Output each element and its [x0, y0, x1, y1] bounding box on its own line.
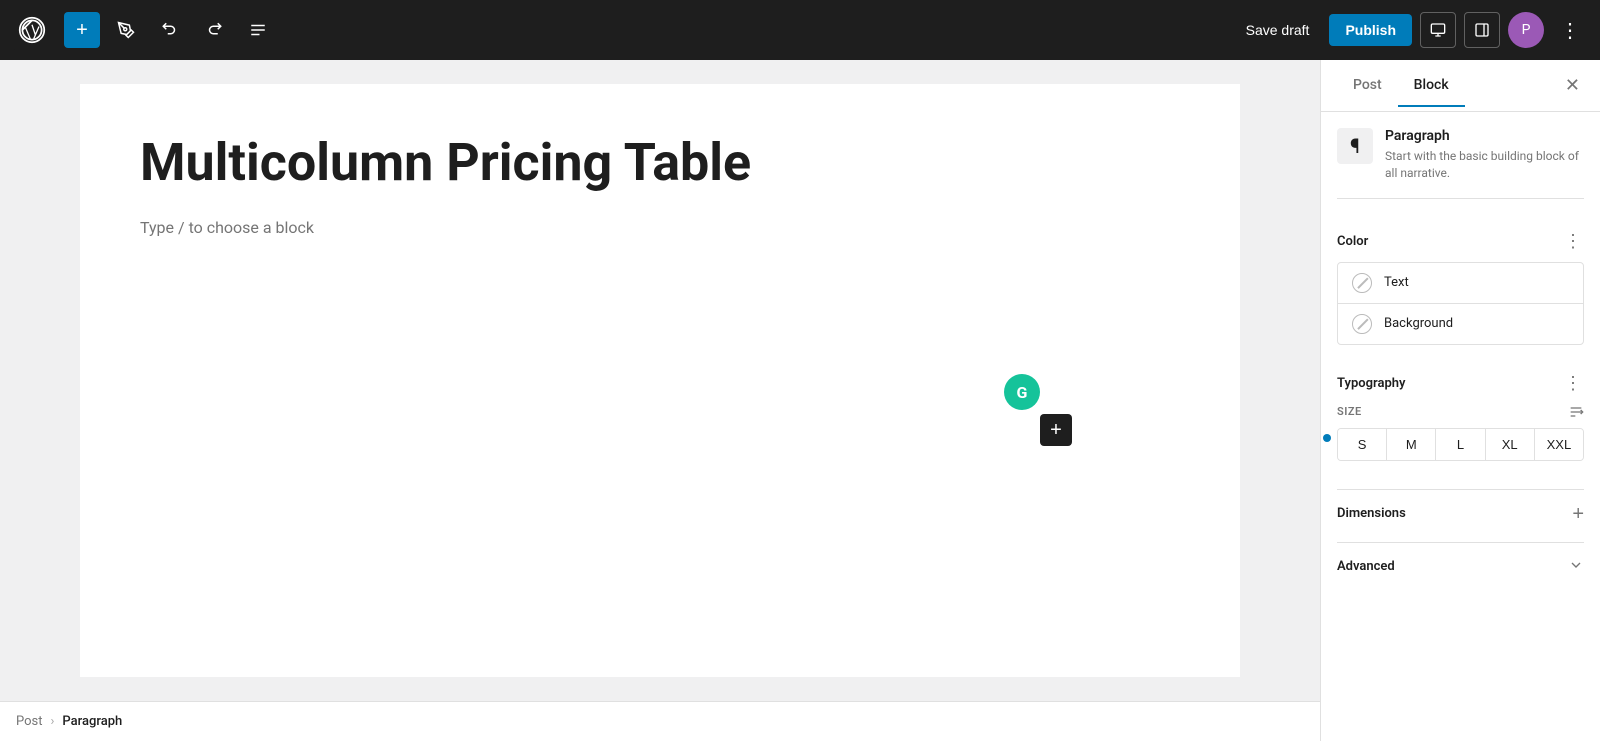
advanced-header[interactable]: Advanced [1337, 547, 1584, 587]
editor-content[interactable]: Multicolumn Pricing Table Type / to choo… [80, 84, 1240, 677]
sidebar: Post Block ✕ ¶ Paragraph Start with the … [1320, 60, 1600, 741]
text-color-label: Text [1384, 275, 1409, 290]
color-section-title: Color [1337, 234, 1368, 249]
background-color-circle [1352, 314, 1372, 334]
tab-post[interactable]: Post [1337, 65, 1398, 107]
sidebar-header: Post Block ✕ [1321, 60, 1600, 112]
main-layout: Multicolumn Pricing Table Type / to choo… [0, 60, 1600, 741]
undo-button[interactable] [152, 12, 188, 48]
editor-area: Multicolumn Pricing Table Type / to choo… [0, 60, 1320, 741]
breadcrumb: Post › Paragraph [0, 701, 1320, 741]
sidebar-toggle-button[interactable] [1464, 12, 1500, 48]
breadcrumb-paragraph: Paragraph [62, 714, 122, 729]
wp-logo [12, 10, 52, 50]
post-title[interactable]: Multicolumn Pricing Table [140, 132, 840, 194]
block-placeholder: Type / to choose a block [140, 218, 1180, 237]
dimensions-section-title: Dimensions [1337, 506, 1406, 521]
tab-block[interactable]: Block [1398, 65, 1465, 107]
background-color-label: Background [1384, 316, 1453, 331]
add-block-toolbar-button[interactable]: + [64, 12, 100, 48]
typography-section-title: Typography [1337, 376, 1406, 391]
dimensions-add-button[interactable]: + [1572, 504, 1584, 524]
redo-button[interactable] [196, 12, 232, 48]
size-l-button[interactable]: L [1436, 429, 1485, 460]
breadcrumb-separator: › [51, 714, 55, 729]
advanced-chevron-icon [1568, 557, 1584, 577]
block-name-label: Paragraph [1385, 128, 1584, 144]
size-label: SIZE [1337, 404, 1584, 420]
paragraph-block-icon: ¶ [1337, 128, 1373, 164]
publish-button[interactable]: Publish [1329, 14, 1412, 46]
dimensions-header: Dimensions + [1337, 494, 1584, 534]
dimensions-section: Dimensions + [1337, 489, 1584, 534]
block-info-text: Paragraph Start with the basic building … [1385, 128, 1584, 182]
size-m-button[interactable]: M [1387, 429, 1436, 460]
background-color-row[interactable]: Background [1338, 304, 1583, 344]
add-block-inline-button[interactable]: + [1040, 414, 1072, 446]
advanced-section-title: Advanced [1337, 559, 1395, 574]
tools-button[interactable] [108, 12, 144, 48]
typography-section-more-button[interactable]: ⋮ [1562, 371, 1584, 396]
advanced-section: Advanced [1337, 542, 1584, 587]
sidebar-body: ¶ Paragraph Start with the basic buildin… [1321, 112, 1600, 741]
toolbar: + Save draft Publish P ⋮ [0, 0, 1600, 60]
color-section: Text Background [1337, 262, 1584, 345]
typography-section-header: Typography ⋮ [1337, 361, 1584, 404]
color-section-header: Color ⋮ [1337, 219, 1584, 262]
more-options-button[interactable]: ⋮ [1552, 14, 1588, 47]
block-description: Start with the basic building block of a… [1385, 148, 1584, 182]
color-section-more-button[interactable]: ⋮ [1562, 229, 1584, 254]
text-color-row[interactable]: Text [1338, 263, 1583, 304]
size-xl-button[interactable]: XL [1486, 429, 1535, 460]
size-xxl-button[interactable]: XXL [1535, 429, 1583, 460]
size-buttons: S M L XL XXL [1337, 428, 1584, 461]
typography-section: Typography ⋮ SIZE [1337, 361, 1584, 473]
document-overview-button[interactable] [240, 12, 276, 48]
size-controls-button[interactable] [1568, 404, 1584, 420]
breadcrumb-post[interactable]: Post [16, 714, 43, 729]
user-avatar[interactable]: P [1508, 12, 1544, 48]
view-button[interactable] [1420, 12, 1456, 48]
text-color-circle [1352, 273, 1372, 293]
block-info: ¶ Paragraph Start with the basic buildin… [1337, 128, 1584, 199]
typography-indicator [1323, 434, 1331, 442]
grammarly-icon: G [1004, 374, 1040, 410]
placeholder-text: Type / to choose a block [140, 218, 314, 237]
save-draft-button[interactable]: Save draft [1234, 16, 1322, 44]
sidebar-close-button[interactable]: ✕ [1561, 71, 1584, 100]
size-s-button[interactable]: S [1338, 429, 1387, 460]
